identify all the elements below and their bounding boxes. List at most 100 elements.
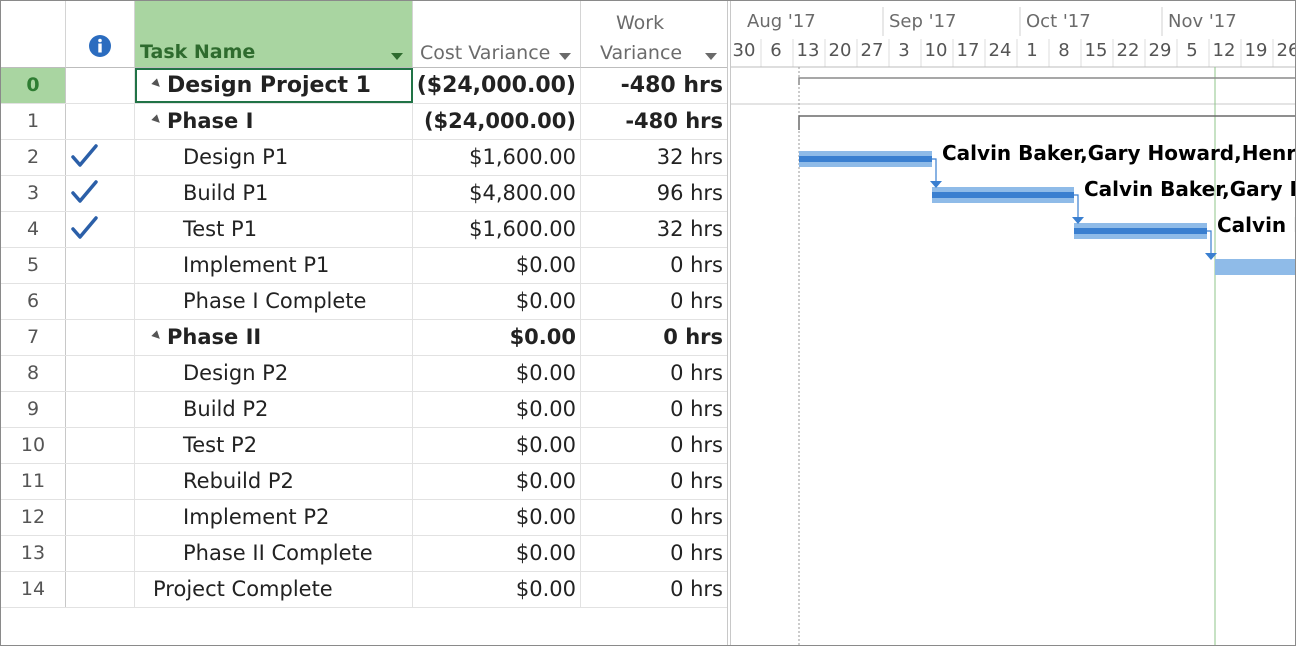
work-variance-cell[interactable]: 0 hrs: [581, 572, 727, 607]
row-id[interactable]: 4: [1, 212, 66, 247]
task-row[interactable]: 6 Phase I Complete $0.00 0 hrs: [1, 284, 727, 320]
cost-variance-cell[interactable]: $0.00: [413, 536, 581, 571]
resource-label: Calvin Baker,Gary H: [1084, 177, 1296, 201]
task-row[interactable]: 8 Design P2 $0.00 0 hrs: [1, 356, 727, 392]
work-variance-header-line1: Work: [616, 12, 665, 34]
phase-summary-bar: [798, 115, 1295, 130]
row-id[interactable]: 5: [1, 248, 66, 283]
chevron-down-icon[interactable]: [559, 53, 571, 60]
row-id[interactable]: 10: [1, 428, 66, 463]
chevron-down-icon[interactable]: [705, 53, 717, 60]
cost-variance-cell[interactable]: $0.00: [413, 428, 581, 463]
task-name-cell[interactable]: Build P1: [135, 176, 413, 211]
task-name-cell[interactable]: Design P1: [135, 140, 413, 175]
task-name-cell[interactable]: Project Complete: [135, 572, 413, 607]
work-variance-cell[interactable]: 0 hrs: [581, 392, 727, 427]
task-name-cell[interactable]: Implement P2: [135, 500, 413, 535]
task-name-cell[interactable]: Phase I Complete: [135, 284, 413, 319]
cost-variance-cell[interactable]: $0.00: [413, 248, 581, 283]
collapse-icon[interactable]: [151, 114, 163, 126]
indicator-cell: [66, 212, 135, 247]
task-row[interactable]: 9 Build P2 $0.00 0 hrs: [1, 392, 727, 428]
task-row[interactable]: 0 Design Project 1 ($24,000.00) -480 hrs: [1, 68, 727, 104]
row-id[interactable]: 14: [1, 572, 66, 607]
work-variance-cell[interactable]: 32 hrs: [581, 140, 727, 175]
task-row[interactable]: 3 Build P1 $4,800.00 96 hrs: [1, 176, 727, 212]
task-row[interactable]: 4 Test P1 $1,600.00 32 hrs: [1, 212, 727, 248]
work-variance-cell[interactable]: 96 hrs: [581, 176, 727, 211]
task-name-cell[interactable]: Phase II: [135, 320, 413, 355]
task-row[interactable]: 13 Phase II Complete $0.00 0 hrs: [1, 536, 727, 572]
cost-variance-column-header[interactable]: Cost Variance: [413, 1, 581, 68]
work-variance-cell[interactable]: 0 hrs: [581, 356, 727, 391]
row-id[interactable]: 9: [1, 392, 66, 427]
row-id[interactable]: 0: [1, 68, 66, 103]
task-name-cell[interactable]: Test P1: [135, 212, 413, 247]
task-name: Design Project 1: [167, 73, 371, 98]
cost-variance-cell[interactable]: $1,600.00: [413, 140, 581, 175]
task-name-cell[interactable]: Phase I: [135, 104, 413, 139]
cost-variance-cell[interactable]: $0.00: [413, 356, 581, 391]
task-row[interactable]: 5 Implement P1 $0.00 0 hrs: [1, 248, 727, 284]
task-row[interactable]: 7 Phase II $0.00 0 hrs: [1, 320, 727, 356]
task-name-cell[interactable]: Test P2: [135, 428, 413, 463]
task-name-cell[interactable]: Implement P1: [135, 248, 413, 283]
row-id[interactable]: 3: [1, 176, 66, 211]
row-id[interactable]: 6: [1, 284, 66, 319]
row-id[interactable]: 7: [1, 320, 66, 355]
work-variance-cell[interactable]: -480 hrs: [581, 68, 727, 103]
work-variance-cell[interactable]: 0 hrs: [581, 248, 727, 283]
indicators-column-header[interactable]: [66, 1, 135, 68]
cost-variance-cell[interactable]: $0.00: [413, 320, 581, 355]
cost-variance-cell[interactable]: $0.00: [413, 464, 581, 499]
indicator-cell: [66, 464, 135, 499]
cost-variance-cell[interactable]: $0.00: [413, 500, 581, 535]
gantt-canvas: [731, 7, 1295, 645]
work-variance-cell[interactable]: 0 hrs: [581, 320, 727, 355]
work-variance-cell[interactable]: -480 hrs: [581, 104, 727, 139]
work-variance-cell[interactable]: 0 hrs: [581, 284, 727, 319]
cost-variance-cell[interactable]: $4,800.00: [413, 176, 581, 211]
task-row[interactable]: 14 Project Complete $0.00 0 hrs: [1, 572, 727, 608]
task-row[interactable]: 1 Phase I ($24,000.00) -480 hrs: [1, 104, 727, 140]
task-name-cell[interactable]: Rebuild P2: [135, 464, 413, 499]
info-icon: [89, 35, 111, 57]
work-variance-cell[interactable]: 0 hrs: [581, 428, 727, 463]
task-name-cell[interactable]: Design P2: [135, 356, 413, 391]
task-name-cell[interactable]: Design Project 1: [135, 68, 413, 103]
collapse-icon[interactable]: [151, 330, 163, 342]
chevron-down-icon[interactable]: [391, 53, 403, 60]
work-variance-column-header[interactable]: Work Variance: [581, 1, 727, 68]
row-id[interactable]: 12: [1, 500, 66, 535]
row-id[interactable]: 2: [1, 140, 66, 175]
work-variance-cell[interactable]: 32 hrs: [581, 212, 727, 247]
dependency-arrow: [1072, 217, 1084, 224]
task-row[interactable]: 12 Implement P2 $0.00 0 hrs: [1, 500, 727, 536]
timescale-month: Nov '17: [1168, 11, 1237, 32]
select-all-corner[interactable]: [1, 1, 66, 68]
task-name-cell[interactable]: Phase II Complete: [135, 536, 413, 571]
task-row[interactable]: 10 Test P2 $0.00 0 hrs: [1, 428, 727, 464]
cost-variance-cell[interactable]: ($24,000.00): [413, 104, 581, 139]
work-variance-cell[interactable]: 0 hrs: [581, 536, 727, 571]
row-id[interactable]: 1: [1, 104, 66, 139]
work-variance-cell[interactable]: 0 hrs: [581, 464, 727, 499]
task-row[interactable]: 2 Design P1 $1,600.00 32 hrs: [1, 140, 727, 176]
cost-variance-cell[interactable]: $0.00: [413, 392, 581, 427]
cost-variance-cell[interactable]: ($24,000.00): [413, 68, 581, 103]
task-row[interactable]: 11 Rebuild P2 $0.00 0 hrs: [1, 464, 727, 500]
row-id[interactable]: 11: [1, 464, 66, 499]
row-id[interactable]: 13: [1, 536, 66, 571]
task-name-column-header[interactable]: Task Name: [135, 1, 413, 68]
cost-variance-cell[interactable]: $0.00: [413, 284, 581, 319]
timescale-month: Aug '17: [747, 11, 816, 32]
work-variance-cell[interactable]: 0 hrs: [581, 500, 727, 535]
collapse-icon[interactable]: [151, 78, 163, 90]
row-id[interactable]: 8: [1, 356, 66, 391]
task-name-cell[interactable]: Build P2: [135, 392, 413, 427]
task-name: Phase I Complete: [183, 289, 367, 313]
cost-variance-cell[interactable]: $1,600.00: [413, 212, 581, 247]
checkmark-icon: [71, 144, 98, 167]
cost-variance-cell[interactable]: $0.00: [413, 572, 581, 607]
checkmark-icon: [71, 216, 98, 239]
